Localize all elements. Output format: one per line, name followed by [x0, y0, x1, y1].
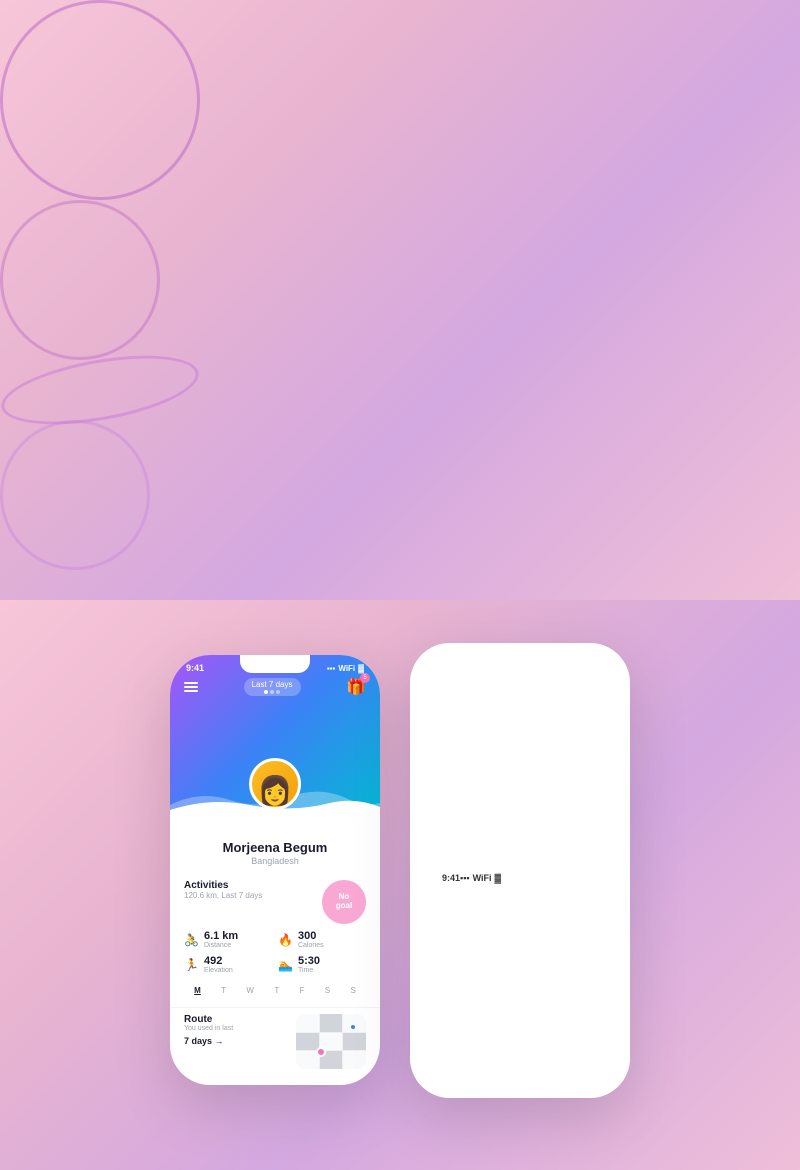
day-W[interactable]: W — [246, 986, 254, 995]
day-S2[interactable]: S — [350, 986, 355, 995]
right-signal-icon: ▪▪▪ — [460, 873, 470, 883]
route-map[interactable] — [296, 1014, 366, 1069]
battery-icon: ▓ — [358, 664, 364, 673]
stat-elevation: 🏃 492 Elevation — [184, 955, 272, 974]
profile-header-bg: 9:41 ▪▪▪ WiFi ▓ Last 7 days — [170, 655, 380, 810]
left-time: 9:41 — [186, 663, 204, 673]
day-M[interactable]: M — [194, 986, 201, 995]
profile-info: Morjeena Begum Bangladesh — [170, 810, 380, 874]
carousel-dot-2 — [270, 690, 274, 694]
activities-subtitle: 120.6 km, Last 7 days — [184, 891, 262, 900]
day-S1[interactable]: S — [325, 986, 330, 995]
right-battery-icon: ▓ — [495, 873, 502, 883]
week-days: M T W T F S S — [184, 982, 366, 999]
header-controls: Last 7 days 🎁 5 — [170, 673, 380, 701]
profile-name: Morjeena Begum — [180, 840, 370, 855]
swim-icon: 🏊 — [278, 958, 293, 972]
phones-container: 9:41 ▪▪▪ WiFi ▓ Last 7 days — [0, 570, 800, 1170]
run-icon: 🏃 — [184, 958, 199, 972]
carousel-dot-1 — [264, 690, 268, 694]
map-marker-pink — [316, 1047, 326, 1057]
day-T1[interactable]: T — [221, 986, 226, 995]
right-status-icons: ▪▪▪ WiFi ▓ — [460, 873, 501, 883]
bg-decoration-1 — [0, 0, 237, 237]
route-section: Route You used in last 7 days → — [170, 1007, 380, 1075]
flame-icon: 🔥 — [278, 933, 293, 947]
right-phone-notch — [485, 643, 555, 661]
signal-icon: ▪▪▪ — [327, 664, 336, 673]
carousel-dot-3 — [276, 690, 280, 694]
bike-icon: 🚴 — [184, 933, 199, 947]
menu-icon[interactable] — [184, 682, 198, 692]
route-days[interactable]: 7 days → — [184, 1036, 288, 1046]
bg-decoration-2 — [0, 200, 160, 360]
bg-decoration-4 — [0, 420, 150, 570]
activities-title: Activities — [184, 880, 262, 891]
profile-avatar-container: 👩 — [249, 758, 301, 810]
left-phone-notch — [240, 655, 310, 673]
wifi-icon: WiFi — [338, 664, 355, 673]
day-T2[interactable]: T — [274, 986, 279, 995]
bg-decoration-3 — [0, 343, 204, 437]
profile-country: Bangladesh — [180, 856, 370, 866]
right-phone: 9:41 ▪▪▪ WiFi ▓ Notifications 🎁 2 — [410, 643, 630, 1098]
days-label[interactable]: Last 7 days — [244, 678, 301, 696]
profile-avatar: 👩 — [249, 758, 301, 810]
left-phone: 9:41 ▪▪▪ WiFi ▓ Last 7 days — [170, 655, 380, 1085]
right-wifi-icon: WiFi — [473, 873, 492, 883]
route-subtitle: You used in last — [184, 1025, 288, 1032]
activities-section: Activities 120.6 km, Last 7 days No goal… — [170, 874, 380, 1005]
gift-button[interactable]: 🎁 5 — [346, 677, 366, 697]
day-F[interactable]: F — [300, 986, 305, 995]
no-goal-button[interactable]: No goal — [322, 880, 366, 924]
stat-time: 🏊 5:30 Time — [278, 955, 366, 974]
gift-badge-count: 5 — [360, 673, 370, 683]
stat-calories: 🔥 300 Calories — [278, 930, 366, 949]
right-time: 9:41 — [442, 873, 460, 883]
stats-grid: 🚴 6.1 km Distance 🔥 300 Calories 🏃 — [184, 930, 366, 974]
route-title: Route — [184, 1014, 288, 1025]
stat-distance: 🚴 6.1 km Distance — [184, 930, 272, 949]
map-marker-blue — [350, 1024, 356, 1030]
